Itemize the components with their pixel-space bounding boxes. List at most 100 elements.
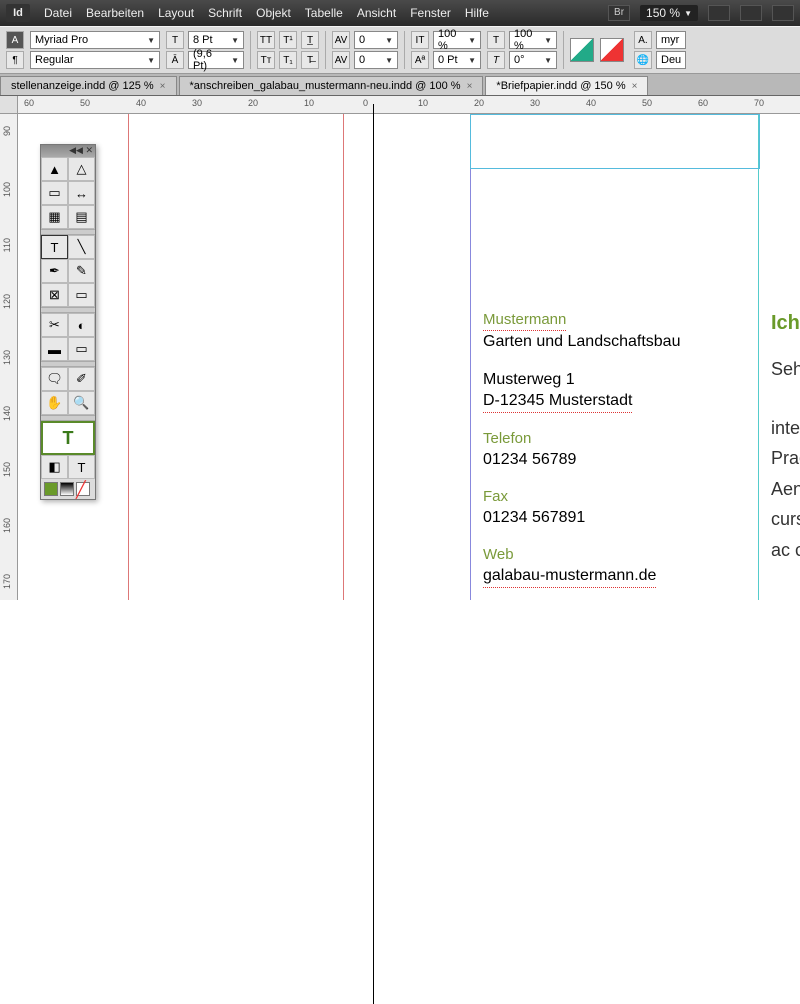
- lang-combo[interactable]: Deu: [656, 51, 686, 69]
- font-family-combo[interactable]: Myriad Pro▼: [30, 31, 160, 49]
- vertical-ruler[interactable]: 90 100 110 120 130 140 150 160 170: [0, 114, 18, 600]
- formatting-container-icon[interactable]: ◧: [41, 455, 68, 479]
- subscript-icon[interactable]: T₁: [279, 51, 297, 69]
- guide[interactable]: [128, 114, 129, 600]
- vscale-combo[interactable]: 100 %▼: [433, 31, 481, 49]
- screen-mode-icon[interactable]: [740, 5, 762, 21]
- address-block[interactable]: Mustermann Garten und Landschaftsbau Mus…: [483, 309, 723, 588]
- hscale-combo[interactable]: 100 %▼: [509, 31, 557, 49]
- arrange-icon[interactable]: [772, 5, 794, 21]
- superscript-icon[interactable]: T¹: [279, 31, 297, 49]
- apply-gradient[interactable]: [60, 482, 74, 496]
- skew-combo[interactable]: 0°▼: [509, 51, 557, 69]
- label-telefon: Telefon: [483, 429, 723, 449]
- formatting-text-icon[interactable]: T: [68, 455, 95, 479]
- hscale-icon: T: [487, 31, 505, 49]
- baseline-value: 0 Pt: [438, 54, 458, 66]
- lang-icon: 🌐: [634, 51, 652, 69]
- rect-tool[interactable]: ▭: [68, 283, 95, 307]
- close-icon[interactable]: ×: [632, 81, 638, 92]
- gradient-feather-tool[interactable]: ▭: [68, 337, 95, 361]
- menu-bearbeiten[interactable]: Bearbeiten: [86, 6, 144, 20]
- menu-datei[interactable]: Datei: [44, 6, 72, 20]
- line-tool[interactable]: ╲: [68, 235, 95, 259]
- ruler-tick: 90: [2, 126, 12, 136]
- tab-anschreiben[interactable]: *anschreiben_galabau_mustermann-neu.indd…: [179, 76, 484, 95]
- ruler-tick: 120: [2, 294, 12, 309]
- menu-objekt[interactable]: Objekt: [256, 6, 291, 20]
- guide[interactable]: [470, 114, 471, 600]
- content-collector-tool[interactable]: ▦: [41, 205, 68, 229]
- font-size-value: 8 Pt: [193, 34, 213, 46]
- addr-line: D-12345 Musterstadt: [483, 390, 632, 413]
- view-mode-icon[interactable]: [708, 5, 730, 21]
- close-icon[interactable]: ×: [160, 81, 166, 92]
- leading-value: (9,6 Pt): [193, 48, 227, 72]
- allcaps-icon[interactable]: TT: [257, 31, 275, 49]
- ruler-tick: 160: [2, 518, 12, 533]
- fill-stroke-swatch[interactable]: T: [41, 421, 95, 455]
- skew-value: 0°: [514, 54, 525, 66]
- font-size-combo[interactable]: 8 Pt▼: [188, 31, 244, 49]
- char-mode-icon[interactable]: A: [6, 31, 24, 49]
- panel-header[interactable]: ◀◀ ✕: [41, 145, 95, 157]
- gradient-swatch-tool[interactable]: ▬: [41, 337, 68, 361]
- direct-selection-tool[interactable]: △: [68, 157, 95, 181]
- text-frame[interactable]: [470, 114, 760, 169]
- workspace: 60 50 40 30 20 10 0 10 20 30 40 50 60 70…: [0, 96, 800, 600]
- close-icon[interactable]: ×: [467, 81, 473, 92]
- ruler-tick: 30: [192, 98, 202, 108]
- apply-color[interactable]: [44, 482, 58, 496]
- ruler-origin[interactable]: [0, 96, 18, 114]
- tools-panel[interactable]: ◀◀ ✕ ▲ △ ▭ ↔ ▦ ▤ T ╲ ✒ ✎ ⊠ ▭ ✂ ◐ ▬ ▭: [40, 144, 96, 500]
- rect-frame-tool[interactable]: ⊠: [41, 283, 68, 307]
- bridge-icon[interactable]: Br: [608, 5, 630, 21]
- kerning-combo[interactable]: 0▼: [354, 31, 398, 49]
- stroke-swatch[interactable]: [600, 38, 624, 62]
- menu-tabelle[interactable]: Tabelle: [305, 6, 343, 20]
- pen-tool[interactable]: ✒: [41, 259, 68, 283]
- underline-icon[interactable]: T̲: [301, 31, 319, 49]
- gap-tool[interactable]: ↔: [68, 181, 95, 205]
- page-tool[interactable]: ▭: [41, 181, 68, 205]
- body-line: ac cu: [771, 535, 800, 566]
- smallcaps-icon[interactable]: Tᴛ: [257, 51, 275, 69]
- body-text-frame[interactable]: Ich b Sehr integ Praes Aene cursu ac cu: [771, 306, 800, 566]
- menu-hilfe[interactable]: Hilfe: [465, 6, 489, 20]
- font-style-combo[interactable]: Regular▼: [30, 51, 160, 69]
- tab-briefpapier[interactable]: *Briefpapier.indd @ 150 % ×: [485, 76, 648, 95]
- tab-label: *Briefpapier.indd @ 150 %: [496, 80, 625, 92]
- addr-line: Musterweg 1: [483, 369, 723, 391]
- leading-icon: Ā: [166, 51, 184, 69]
- zoom-level[interactable]: 150 %▼: [640, 5, 698, 21]
- type-tool[interactable]: T: [41, 235, 68, 259]
- zoom-tool[interactable]: 🔍: [68, 391, 95, 415]
- hand-tool[interactable]: ✋: [41, 391, 68, 415]
- tab-stellenanzeige[interactable]: stellenanzeige.indd @ 125 %×: [0, 76, 177, 95]
- pencil-tool[interactable]: ✎: [68, 259, 95, 283]
- canvas[interactable]: Mustermann Garten und Landschaftsbau Mus…: [18, 114, 800, 600]
- menu-ansicht[interactable]: Ansicht: [357, 6, 396, 20]
- body-line: Aene: [771, 474, 800, 505]
- selection-tool[interactable]: ▲: [41, 157, 68, 181]
- charstyle-combo[interactable]: myr: [656, 31, 686, 49]
- strike-icon[interactable]: T̶: [301, 51, 319, 69]
- tracking-value: 0: [359, 54, 365, 66]
- para-mode-icon[interactable]: ¶: [6, 51, 24, 69]
- menu-fenster[interactable]: Fenster: [410, 6, 451, 20]
- note-tool[interactable]: 🗨: [41, 367, 68, 391]
- baseline-combo[interactable]: 0 Pt▼: [433, 51, 481, 69]
- apply-none[interactable]: ╱: [76, 482, 90, 496]
- scissors-tool[interactable]: ✂: [41, 313, 68, 337]
- free-transform-tool[interactable]: ◐: [68, 313, 95, 337]
- leading-combo[interactable]: (9,6 Pt)▼: [188, 51, 244, 69]
- skew-icon: T: [487, 51, 505, 69]
- eyedropper-tool[interactable]: ✐: [68, 367, 95, 391]
- guide[interactable]: [758, 114, 759, 600]
- tracking-combo[interactable]: 0▼: [354, 51, 398, 69]
- menu-schrift[interactable]: Schrift: [208, 6, 242, 20]
- guide[interactable]: [343, 114, 344, 600]
- fill-swatch[interactable]: [570, 38, 594, 62]
- content-placer-tool[interactable]: ▤: [68, 205, 95, 229]
- menu-layout[interactable]: Layout: [158, 6, 194, 20]
